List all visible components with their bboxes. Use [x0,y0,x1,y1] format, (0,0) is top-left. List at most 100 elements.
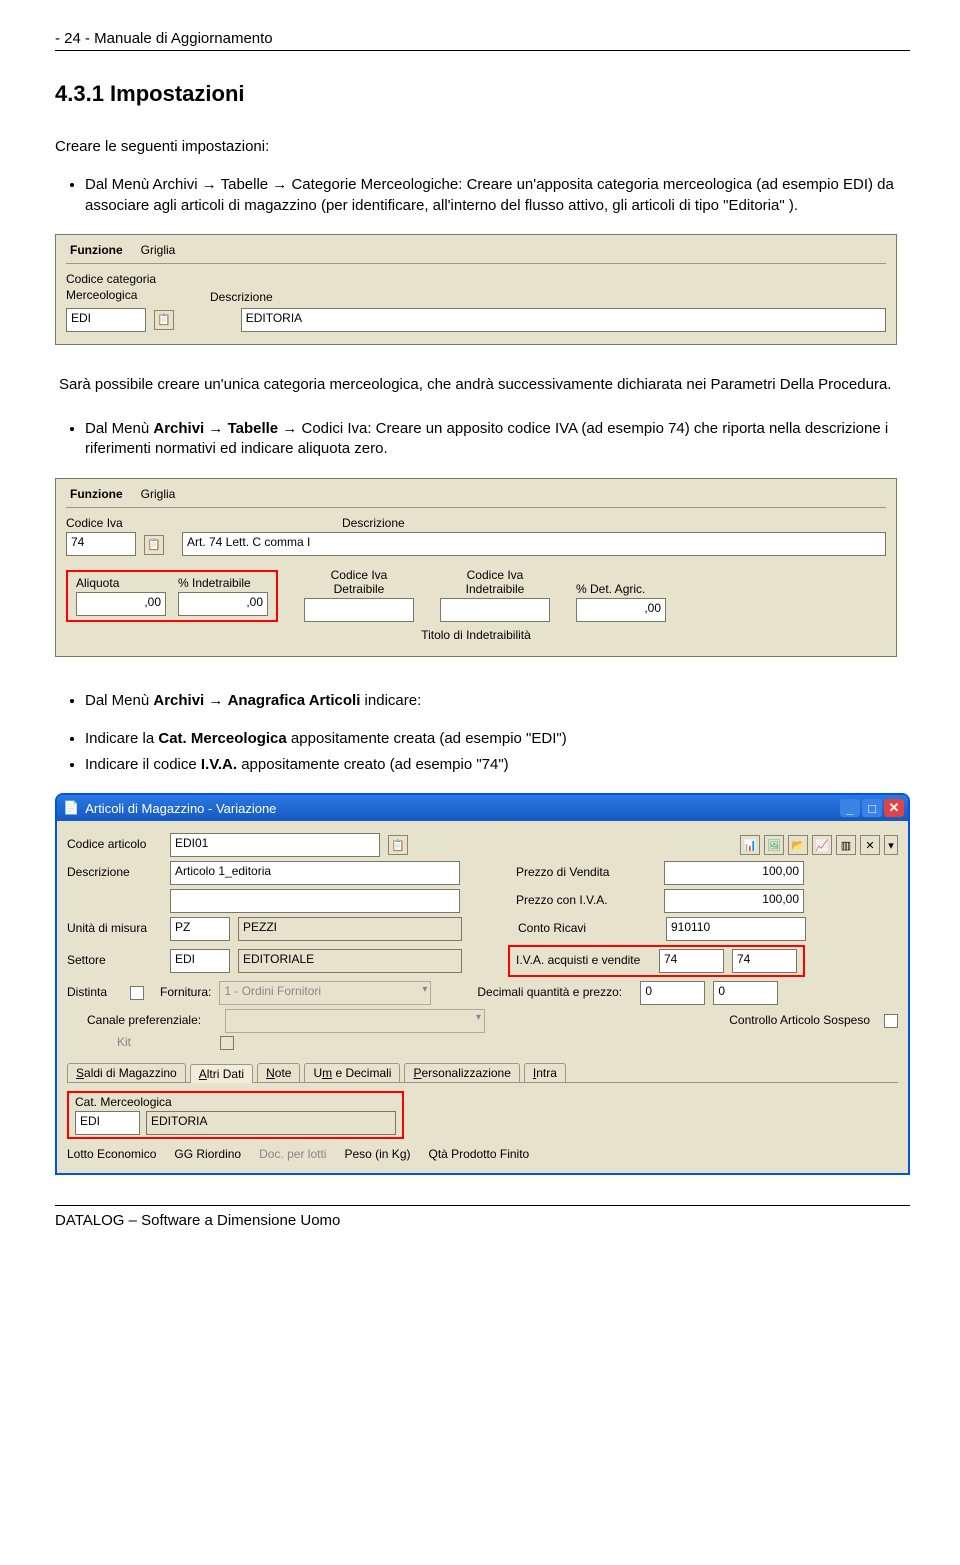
tab-personalizzazione[interactable]: Personalizzazione [404,1063,519,1082]
window-title: Articoli di Magazzino - Variazione [85,801,276,816]
checkbox-distinta[interactable] [130,986,144,1000]
lbl-codice-categoria: Codice categoria [66,272,196,286]
field-descrizione-art[interactable]: Articolo 1_editoria [170,861,460,885]
lbl-controllo-sospeso: Controllo Articolo Sospeso [729,1013,870,1027]
dropdown-canale[interactable] [225,1009,485,1033]
footer: DATALOG – Software a Dimensione Uomo [55,1205,910,1229]
tab-funzione-2[interactable]: Funzione [70,487,123,501]
image-icon[interactable]: 🖼 [764,835,784,855]
field-dec1[interactable]: 0 [640,981,705,1005]
lbl-doc-per-lotti: Doc. per lotti [259,1147,326,1161]
iva-highlight: I.V.A. acquisti e vendite 74 74 [508,945,805,977]
lbl-prezzo-iva: Prezzo con I.V.A. [516,893,656,907]
lbl-cat-merc: Cat. Merceologica [75,1095,396,1109]
lbl-iva-acq-vend: I.V.A. acquisti e vendite [516,953,651,967]
minimize-button[interactable]: _ [840,799,860,817]
field-codice-categoria[interactable]: EDI [66,308,146,332]
dropdown-fornitura[interactable]: 1 - Ordini Fornitori [219,981,431,1005]
field-iva-1[interactable]: 74 [659,949,724,973]
bullet-1: Dal Menù Archivi → Tabelle → Categorie M… [85,175,910,216]
field-cat-merc-desc: EDITORIA [146,1111,396,1135]
window-icon: 📄 [63,800,79,816]
copy-icon[interactable]: 📋 [154,310,174,330]
tab-note[interactable]: Note [257,1063,300,1082]
chart-icon[interactable]: 📊 [740,835,760,855]
field-codice-iva[interactable]: 74 [66,532,136,556]
barcode-icon[interactable]: ▥ [836,835,856,855]
field-um-desc: PEZZI [238,917,462,941]
field-prezzo-vendita[interactable]: 100,00 [664,861,804,885]
lbl-titolo-indet: Titolo di Indetraibilità [421,628,531,642]
tab-saldi[interactable]: SSaldi di Magazzinoaldi di Magazzino [67,1063,186,1082]
copy-icon-2[interactable]: 📋 [144,535,164,555]
field-settore-desc: EDITORIALE [238,949,462,973]
maximize-button[interactable]: □ [862,799,882,817]
section-title: 4.3.1 Impostazioni [55,81,910,107]
window-articoli-magazzino: 📄 Articoli di Magazzino - Variazione _ □… [55,793,910,1175]
field-iva-2[interactable]: 74 [732,949,797,973]
lbl-codice-iva: Codice Iva [66,516,136,530]
page-header: - 24 - Manuale di Aggiornamento [55,30,910,47]
field-descrizione-iva[interactable]: Art. 74 Lett. C comma I [182,532,886,556]
bullet-3: Dal Menù Archivi → Anagrafica Articoli i… [85,691,910,711]
lbl-prezzo-vendita: Prezzo di Vendita [516,865,656,879]
lbl-decimali: Decimali quantità e prezzo: [477,985,632,999]
header-rule [55,50,910,51]
lbl-canale: Canale preferenziale: [67,1013,217,1027]
field-settore[interactable]: EDI [170,949,230,973]
lbl-det-agric: % Det. Agric. [576,582,666,596]
tab-funzione[interactable]: FFunzioneunzione [70,243,123,257]
tablist: SSaldi di Magazzinoaldi di Magazzino Alt… [67,1063,898,1083]
field-indetraibile[interactable]: ,00 [178,592,268,616]
field-codiva-detraibile[interactable] [304,598,414,622]
lbl-codiva-indetraibile: Codice Iva Indetraibile [440,568,550,596]
bullet-2: Dal Menù Archivi → Tabelle → Codici Iva:… [85,419,910,460]
field-cat-merc[interactable]: EDI [75,1111,140,1135]
lbl-fornitura: Fornitura: [160,985,211,999]
folder-icon[interactable]: 📂 [788,835,808,855]
delete-icon[interactable]: ✕ [860,835,880,855]
tab-um-decimali[interactable]: Um e Decimali [304,1063,400,1082]
field-descrizione[interactable]: EDITORIA [241,308,886,332]
field-conto-ricavi[interactable]: 910110 [666,917,806,941]
field-aliquota[interactable]: ,00 [76,592,166,616]
lbl-peso: Peso (in Kg) [344,1147,410,1161]
lbl-distinta: Distinta [67,985,122,999]
note-unica-categoria: Sarà possibile creare un'unica categoria… [55,375,910,395]
sub-bullet-1: Indicare la Cat. Merceologica appositame… [85,729,910,749]
lbl-codiva-detraibile: Codice Iva Detraibile [304,568,414,596]
lbl-codice-articolo: Codice articolo [67,837,162,851]
lbl-descrizione-art: Descrizione [67,865,162,879]
lbl-kit: Kit [67,1035,212,1049]
tab-griglia[interactable]: Griglia [141,243,176,257]
lbl-conto-ricavi: Conto Ricavi [518,921,658,935]
field-dec2[interactable]: 0 [713,981,778,1005]
field-det-agric[interactable]: ,00 [576,598,666,622]
field-um[interactable]: PZ [170,917,230,941]
lbl-lotto-eco: Lotto Economico [67,1147,156,1161]
checkbox-controllo-sospeso[interactable] [884,1014,898,1028]
lbl-descrizione-iva: Descrizione [342,516,886,530]
copy-icon-3[interactable]: 📋 [388,835,408,855]
lbl-aliquota: Aliquota [76,576,166,590]
lbl-merceologica: Merceologica [66,288,196,302]
close-button[interactable]: ✕ [884,799,904,817]
catmerc-highlight: Cat. Merceologica EDI EDITORIA [67,1091,404,1139]
lbl-um: Unità di misura [67,921,162,935]
panel-categorie: FFunzioneunzione Griglia Codice categori… [55,234,897,345]
tab-griglia-2[interactable]: Griglia [141,487,176,501]
graph-icon[interactable]: 📈 [812,835,832,855]
field-codiva-indetraibile[interactable] [440,598,550,622]
tab-altri-dati[interactable]: Altri Dati [190,1064,253,1083]
checkbox-kit [220,1036,234,1050]
dropdown-icon[interactable]: ▾ [884,835,898,855]
field-codice-articolo[interactable]: EDI01 [170,833,380,857]
sub-bullet-2: Indicare il codice I.V.A. appositamente … [85,755,910,775]
panel-codici-iva: Funzione Griglia Codice Iva 74 📋 Descriz… [55,478,897,657]
lbl-settore: Settore [67,953,162,967]
tab-intra[interactable]: Intra [524,1063,566,1082]
field-prezzo-iva[interactable]: 100,00 [664,889,804,913]
lbl-indetraibile: % Indetraibile [178,576,268,590]
field-descrizione-art2[interactable] [170,889,460,913]
aliquota-highlight: Aliquota ,00 % Indetraibile ,00 [66,570,278,622]
